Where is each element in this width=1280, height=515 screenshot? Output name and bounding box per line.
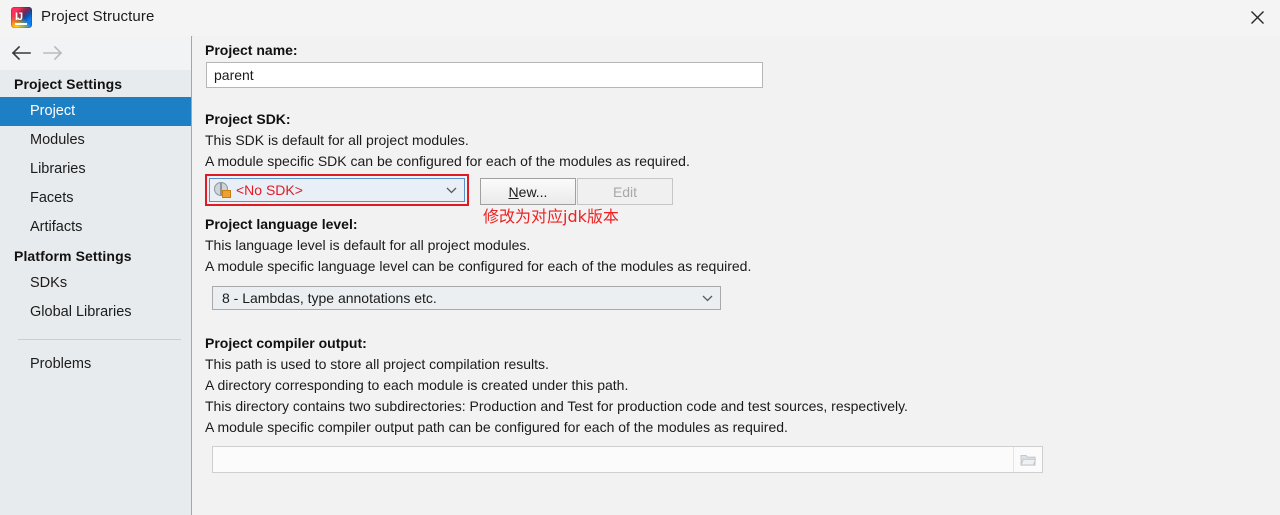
compiler-output-label: Project compiler output: <box>205 335 367 351</box>
sidebar-item-facets[interactable]: Facets <box>0 184 191 213</box>
sidebar-item-artifacts[interactable]: Artifacts <box>0 213 191 242</box>
sidebar-item-label: Libraries <box>30 161 86 177</box>
sidebar-item-sdks[interactable]: SDKs <box>0 269 191 298</box>
folder-open-icon[interactable] <box>1013 447 1042 472</box>
sidebar-item-label: Global Libraries <box>30 304 132 320</box>
sdk-annotation-text: 修改为对应jdk版本 <box>483 207 619 226</box>
sidebar-item-problems[interactable]: Problems <box>0 350 191 379</box>
sidebar-item-label: Project <box>30 103 76 119</box>
arrow-right-icon[interactable] <box>42 44 64 64</box>
sidebar-item-label: Facets <box>30 190 74 206</box>
project-structure-dialog: IJ Project Structure Project Settings Pr… <box>0 0 1280 515</box>
language-level-value: 8 - Lambdas, type annotations etc. <box>222 290 437 306</box>
sdk-globe-lock-icon <box>214 182 231 198</box>
compiler-output-desc-2: A directory corresponding to each module… <box>205 377 629 393</box>
arrow-left-icon[interactable] <box>10 44 32 64</box>
sidebar-group-project-settings: Project Settings <box>14 76 123 92</box>
title-bar: IJ Project Structure <box>0 0 1280 37</box>
close-icon[interactable] <box>1234 0 1280 34</box>
chevron-down-icon <box>438 186 464 194</box>
window-title: Project Structure <box>41 8 155 25</box>
language-level-desc-1: This language level is default for all p… <box>205 237 531 253</box>
language-level-desc-2: A module specific language level can be … <box>205 258 752 274</box>
project-name-label: Project name: <box>205 42 298 58</box>
compiler-output-path-field[interactable] <box>212 446 1043 473</box>
project-name-input[interactable]: parent <box>206 62 763 88</box>
sdk-edit-button[interactable]: Edit <box>577 178 673 205</box>
sidebar-divider <box>18 339 181 340</box>
sidebar-item-modules[interactable]: Modules <box>0 126 191 155</box>
compiler-output-desc-3: This directory contains two subdirectori… <box>205 398 908 414</box>
sdk-edit-button-label: Edit <box>612 183 638 200</box>
sidebar-nav-bar <box>0 36 191 70</box>
project-name-value: parent <box>214 67 254 83</box>
language-level-combobox[interactable]: 8 - Lambdas, type annotations etc. <box>212 286 721 310</box>
compiler-output-desc-1: This path is used to store all project c… <box>205 356 549 372</box>
sidebar-item-label: SDKs <box>30 275 68 291</box>
sidebar-item-project[interactable]: Project <box>0 97 191 126</box>
intellij-idea-icon: IJ <box>11 7 32 28</box>
project-sdk-value: <No SDK> <box>236 182 303 198</box>
chevron-down-icon <box>694 294 720 302</box>
project-sdk-desc-1: This SDK is default for all project modu… <box>205 132 469 148</box>
sidebar-item-label: Modules <box>30 132 85 148</box>
sidebar-item-global-libraries[interactable]: Global Libraries <box>0 298 191 327</box>
sdk-new-button-mnemonic: N <box>508 183 519 200</box>
sidebar-group-platform-settings: Platform Settings <box>14 248 132 264</box>
project-sdk-label: Project SDK: <box>205 111 291 127</box>
project-sdk-desc-2: A module specific SDK can be configured … <box>205 153 690 169</box>
sidebar-item-label: Problems <box>30 356 92 372</box>
sidebar-item-label: Artifacts <box>30 219 83 235</box>
main-content: Project name: parent Project SDK: This S… <box>193 36 1280 515</box>
sidebar-item-libraries[interactable]: Libraries <box>0 155 191 184</box>
language-level-label: Project language level: <box>205 216 358 232</box>
project-sdk-combobox[interactable]: <No SDK> <box>209 178 465 202</box>
sdk-new-button-label: ew... <box>518 183 548 200</box>
sdk-new-button[interactable]: New... <box>480 178 576 205</box>
sidebar-nav-list: Project Settings Project Modules Librari… <box>0 70 191 379</box>
compiler-output-desc-4: A module specific compiler output path c… <box>205 419 788 435</box>
sidebar: Project Settings Project Modules Librari… <box>0 36 192 515</box>
